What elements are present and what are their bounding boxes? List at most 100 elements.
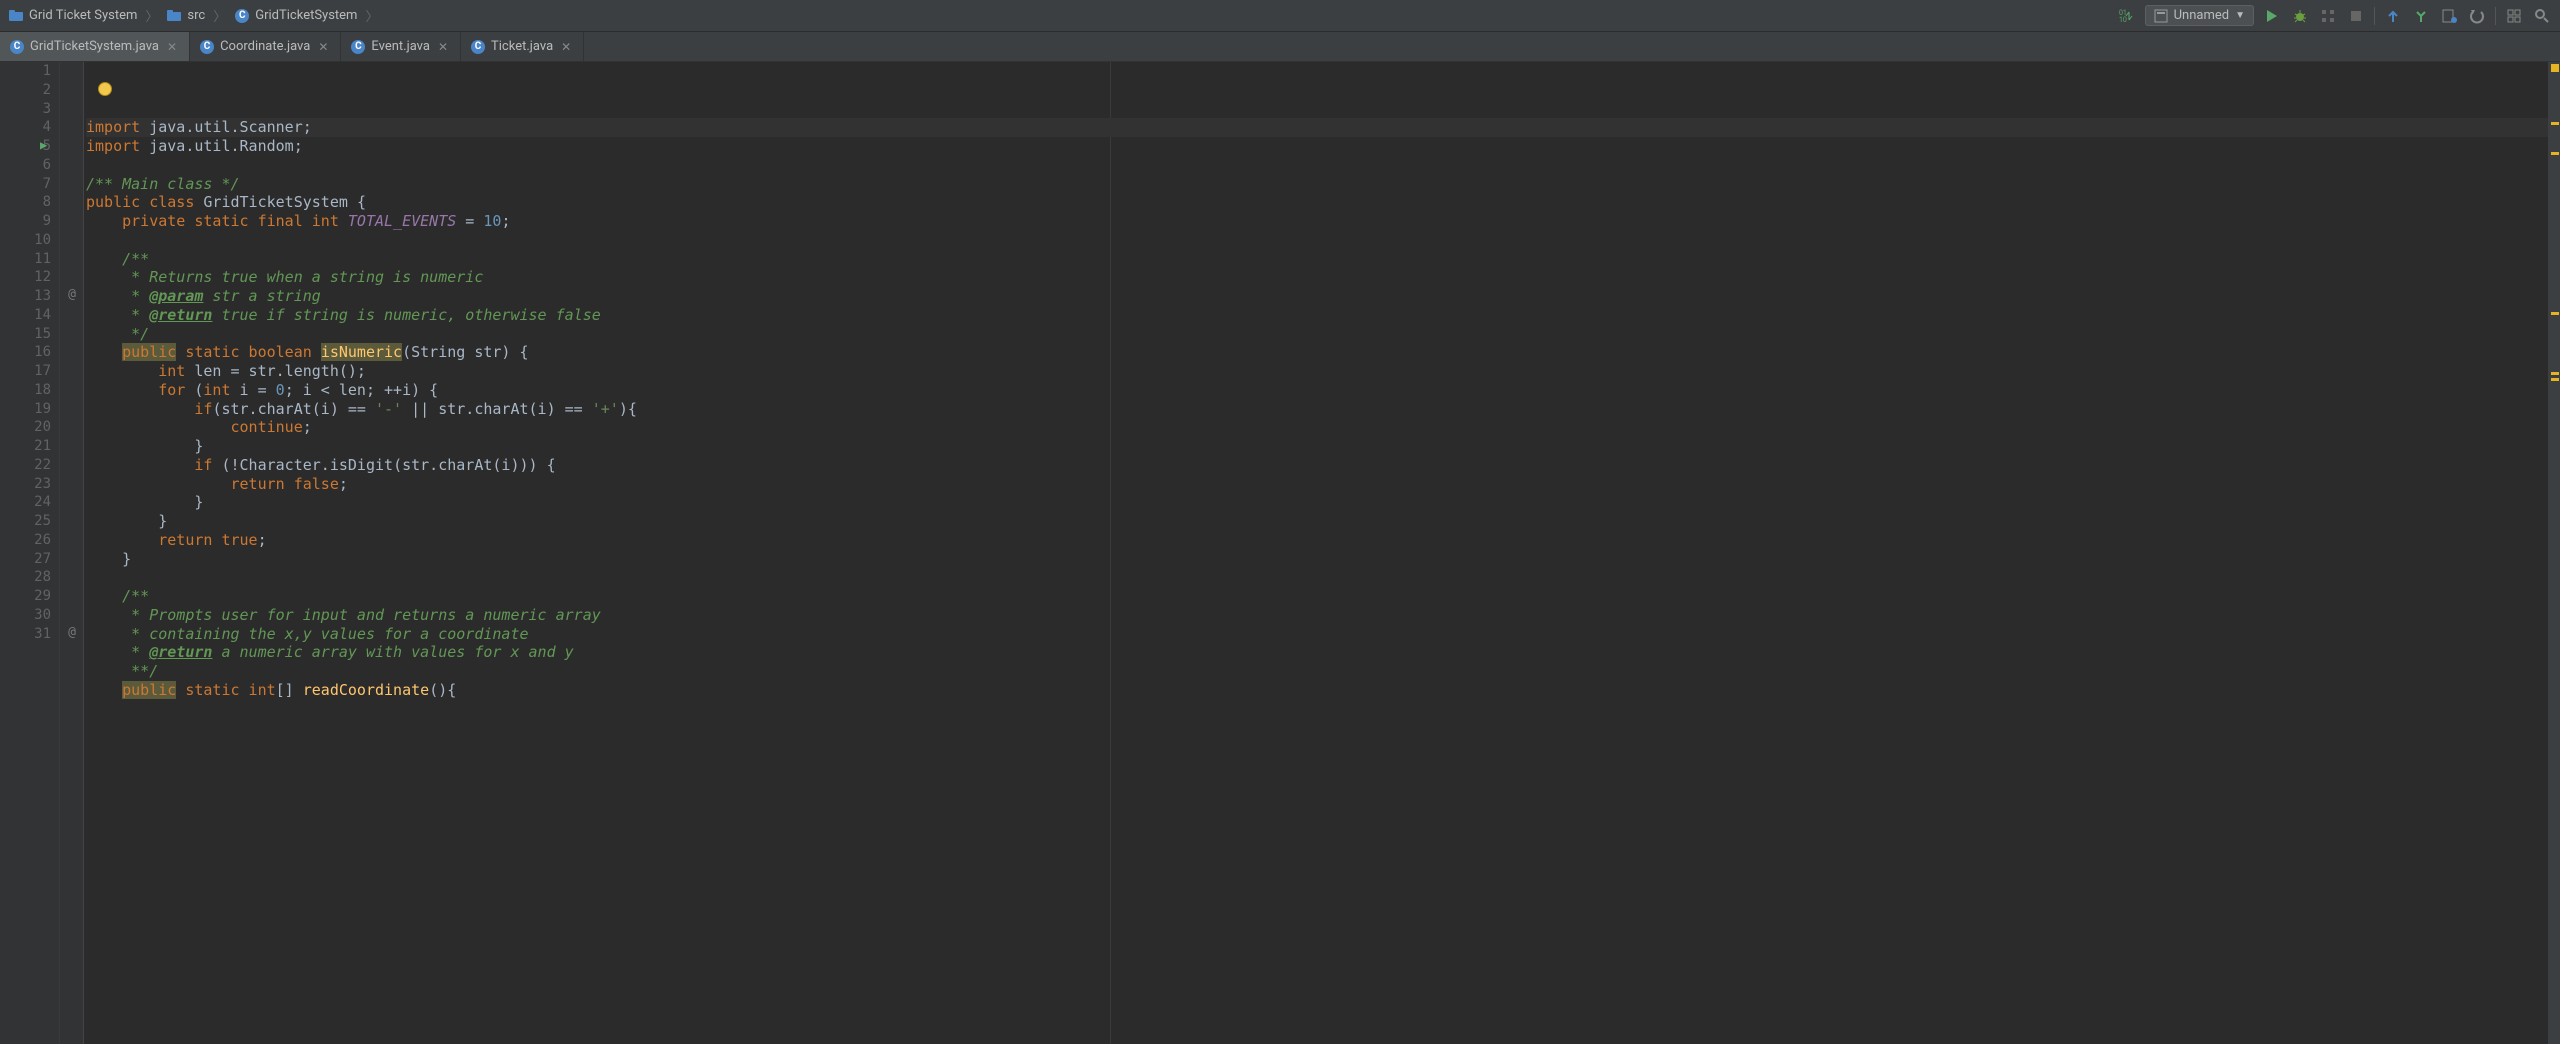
tab-gridticketsystem[interactable]: C GridTicketSystem.java ✕	[0, 32, 190, 61]
tab-close-icon[interactable]: ✕	[165, 40, 179, 54]
line-number[interactable]: 17	[0, 362, 51, 381]
code-line[interactable]: int len = str.length();	[86, 362, 2560, 381]
code-line[interactable]: }	[86, 437, 2560, 456]
tab-close-icon[interactable]: ✕	[316, 40, 330, 54]
line-number[interactable]: 26	[0, 531, 51, 550]
line-number[interactable]: 22	[0, 456, 51, 475]
line-number[interactable]: 9	[0, 212, 51, 231]
line-number[interactable]: 31	[0, 625, 51, 644]
line-number[interactable]: 21	[0, 437, 51, 456]
intention-bulb-icon[interactable]	[98, 82, 112, 96]
tab-event[interactable]: C Event.java ✕	[341, 32, 461, 61]
line-number[interactable]: 14	[0, 306, 51, 325]
line-number[interactable]: 29	[0, 587, 51, 606]
code-line[interactable]: }	[86, 550, 2560, 569]
code-line[interactable]: public static int[] readCoordinate(){	[86, 681, 2560, 700]
line-number[interactable]: 10	[0, 231, 51, 250]
run-button[interactable]	[2262, 6, 2282, 26]
line-number[interactable]: 11	[0, 250, 51, 269]
line-number[interactable]: 24	[0, 493, 51, 512]
code-editor[interactable]: 1234567891011121314151617181920212223242…	[0, 62, 2560, 1044]
breadcrumb-item-class[interactable]: C GridTicketSystem	[234, 8, 357, 24]
code-line[interactable]: if (!Character.isDigit(str.charAt(i))) {	[86, 456, 2560, 475]
debug-button[interactable]	[2290, 6, 2310, 26]
breadcrumb-item-project[interactable]: Grid Ticket System	[8, 8, 137, 24]
line-number[interactable]: 2	[0, 81, 51, 100]
line-number[interactable]: 16	[0, 343, 51, 362]
code-line[interactable]: }	[86, 493, 2560, 512]
code-line[interactable]: if(str.charAt(i) == '-' || str.charAt(i)…	[86, 400, 2560, 419]
code-line[interactable]: for (int i = 0; i < len; ++i) {	[86, 381, 2560, 400]
error-stripe[interactable]	[2548, 62, 2560, 1044]
code-line[interactable]: * Returns true when a string is numeric	[86, 268, 2560, 287]
line-number[interactable]: 1	[0, 62, 51, 81]
run-gutter-icon[interactable]: ▶	[40, 138, 47, 153]
analysis-status-icon[interactable]	[2551, 64, 2559, 72]
code-line[interactable]: /** Main class */	[86, 175, 2560, 194]
code-line[interactable]	[86, 231, 2560, 250]
search-icon[interactable]	[2532, 6, 2552, 26]
code-line[interactable]: private static final int TOTAL_EVENTS = …	[86, 212, 2560, 231]
breadcrumb-item-src[interactable]: src	[166, 8, 205, 24]
code-line[interactable]: * Prompts user for input and returns a n…	[86, 606, 2560, 625]
code-line[interactable]: import java.util.Scanner;	[86, 118, 2560, 137]
run-config-dropdown[interactable]: Unnamed ▼	[2145, 5, 2254, 26]
line-number[interactable]: 27	[0, 550, 51, 569]
code-line[interactable]: continue;	[86, 418, 2560, 437]
code-line[interactable]: return true;	[86, 531, 2560, 550]
line-number[interactable]: 19	[0, 400, 51, 419]
code-line[interactable]	[86, 568, 2560, 587]
tab-close-icon[interactable]: ✕	[559, 40, 573, 54]
override-marker-icon[interactable]: @	[64, 287, 80, 303]
line-number[interactable]: 6	[0, 156, 51, 175]
vcs-revert-icon[interactable]	[2467, 6, 2487, 26]
marker-gutter[interactable]: ▶ @@	[60, 62, 84, 1044]
stripe-mark[interactable]	[2551, 152, 2559, 155]
line-number[interactable]: 15	[0, 325, 51, 344]
line-number[interactable]: 23	[0, 475, 51, 494]
stripe-mark[interactable]	[2551, 122, 2559, 125]
code-line[interactable]: **/	[86, 662, 2560, 681]
code-line[interactable]: /**	[86, 250, 2560, 269]
override-marker-icon[interactable]: @	[64, 625, 80, 641]
line-number[interactable]: 12	[0, 268, 51, 287]
code-line[interactable]: return false;	[86, 475, 2560, 494]
tab-coordinate[interactable]: C Coordinate.java ✕	[190, 32, 341, 61]
code-line[interactable]: * @return true if string is numeric, oth…	[86, 306, 2560, 325]
code-line[interactable]: import java.util.Random;	[86, 137, 2560, 156]
line-number[interactable]: 28	[0, 568, 51, 587]
line-number[interactable]: 3	[0, 100, 51, 119]
line-number[interactable]: 30	[0, 606, 51, 625]
svg-text:10: 10	[2119, 16, 2127, 24]
code-line[interactable]: * @return a numeric array with values fo…	[86, 643, 2560, 662]
stop-button[interactable]	[2346, 6, 2366, 26]
code-line[interactable]: }	[86, 512, 2560, 531]
stripe-mark[interactable]	[2551, 378, 2559, 381]
code-area[interactable]: import java.util.Scanner;import java.uti…	[84, 62, 2560, 1044]
line-number[interactable]: 4	[0, 118, 51, 137]
vcs-update-icon[interactable]	[2383, 6, 2403, 26]
code-line[interactable]: public class GridTicketSystem {	[86, 193, 2560, 212]
stripe-mark[interactable]	[2551, 312, 2559, 315]
code-line[interactable]: */	[86, 325, 2560, 344]
line-number[interactable]: 8	[0, 193, 51, 212]
code-line[interactable]: /**	[86, 587, 2560, 606]
stripe-mark[interactable]	[2551, 372, 2559, 375]
code-line[interactable]: public static boolean isNumeric(String s…	[86, 343, 2560, 362]
line-number[interactable]: 25	[0, 512, 51, 531]
tab-close-icon[interactable]: ✕	[436, 40, 450, 54]
line-number[interactable]: 13	[0, 287, 51, 306]
line-number-gutter[interactable]: 1234567891011121314151617181920212223242…	[0, 62, 60, 1044]
vcs-commit-icon[interactable]	[2411, 6, 2431, 26]
binary-toggle-icon[interactable]: 0110	[2117, 6, 2137, 26]
line-number[interactable]: 18	[0, 381, 51, 400]
code-line[interactable]	[86, 156, 2560, 175]
structure-icon[interactable]	[2504, 6, 2524, 26]
tab-ticket[interactable]: C Ticket.java ✕	[461, 32, 584, 61]
vcs-history-icon[interactable]	[2439, 6, 2459, 26]
code-line[interactable]: * containing the x,y values for a coordi…	[86, 625, 2560, 644]
code-line[interactable]: * @param str a string	[86, 287, 2560, 306]
line-number[interactable]: 20	[0, 418, 51, 437]
line-number[interactable]: 7	[0, 175, 51, 194]
coverage-button[interactable]	[2318, 6, 2338, 26]
